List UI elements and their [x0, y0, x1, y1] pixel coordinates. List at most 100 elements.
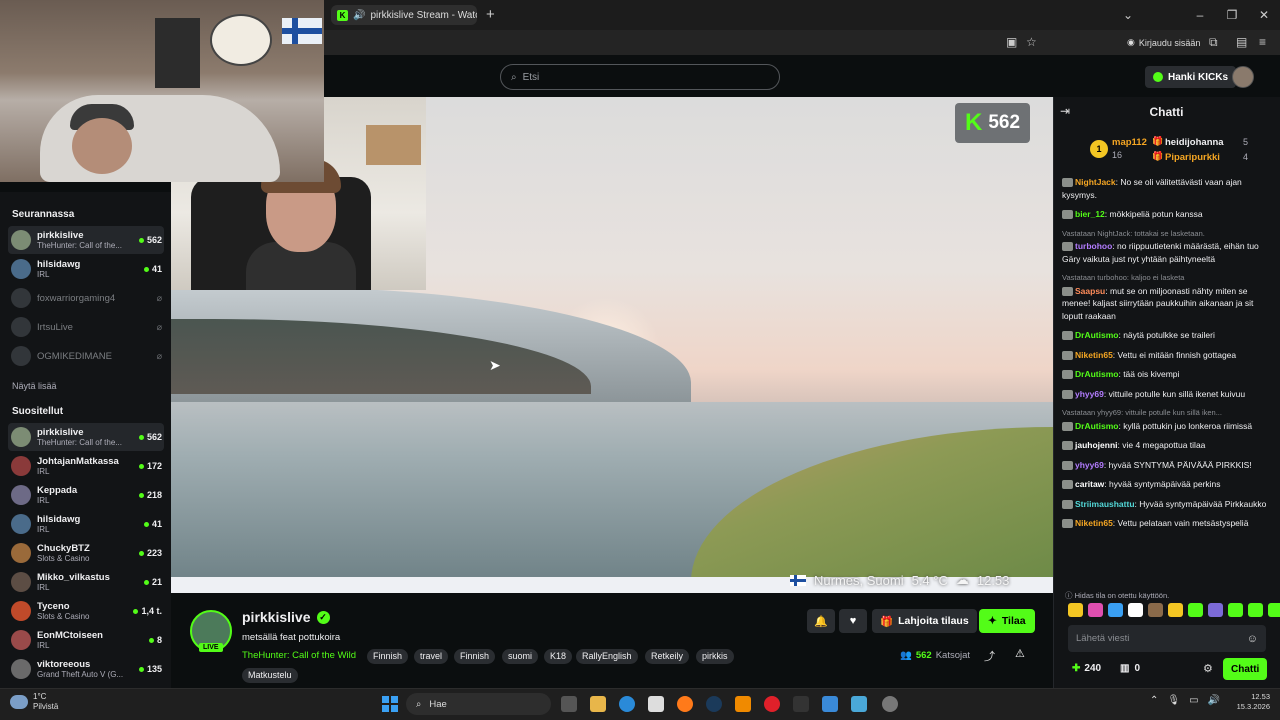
firefox-icon[interactable] [677, 696, 693, 712]
emoji-picker-icon[interactable]: ☺ [1247, 633, 1258, 645]
chat-username[interactable]: jauhojenni [1075, 440, 1118, 450]
edge-icon[interactable] [619, 696, 635, 712]
report-icon[interactable]: ⚠ [1015, 647, 1025, 660]
sidebar-item-chuckybtz[interactable]: ChuckyBTZ Slots & Casino 223 [8, 539, 164, 567]
obs-icon[interactable] [882, 696, 898, 712]
chat-username[interactable]: yhyy69 [1075, 460, 1104, 470]
emote-icon[interactable] [1188, 603, 1203, 617]
get-kicks-button[interactable]: Hanki KICKs [1145, 66, 1237, 88]
emote-icon[interactable] [1148, 603, 1163, 617]
subscribe-button[interactable]: ✦ Tilaa [979, 609, 1035, 633]
kicks-balance[interactable]: ✚ 240 [1072, 663, 1101, 674]
chat-username[interactable]: Niketin65 [1075, 350, 1113, 360]
chat-username[interactable]: caritaw [1075, 479, 1104, 489]
browser-signin-button[interactable]: ◉ Kirjaudu sisään [1127, 37, 1200, 48]
emote-icon[interactable] [1088, 603, 1103, 617]
steam-icon[interactable] [706, 696, 722, 712]
tag[interactable]: Matkustelu [242, 668, 298, 683]
follow-heart-button[interactable]: ♥ [839, 609, 867, 633]
opera-icon[interactable] [764, 696, 780, 712]
chat-username[interactable]: Saapsu [1075, 286, 1105, 296]
chat-input[interactable]: Lähetä viesti ☺ [1068, 625, 1266, 652]
tray-chevron-icon[interactable]: ⌃ [1150, 695, 1158, 706]
extensions-icon[interactable]: ⧉ [1209, 35, 1218, 50]
emote-icon[interactable] [1128, 603, 1143, 617]
store-app-icon[interactable] [648, 696, 664, 712]
sidebar-item-hilsidawg[interactable]: hilsidawg IRL 41 [8, 255, 164, 283]
tab-list-icon[interactable]: ⌄ [1112, 8, 1144, 22]
search-input[interactable]: ⌕ Etsi [500, 64, 780, 90]
menu-icon[interactable]: ≡ [1259, 35, 1266, 49]
chat-username[interactable]: yhyy69 [1075, 389, 1104, 399]
stream-category[interactable]: TheHunter: Call of the Wild [242, 650, 356, 661]
chat-username[interactable]: NightJack [1075, 177, 1116, 187]
microphone-icon[interactable]: 🎙 [1167, 695, 1180, 706]
share-icon[interactable]: ⤴ [984, 648, 995, 664]
tag[interactable]: suomi [502, 649, 539, 664]
sidebar-item-keppada[interactable]: Keppada IRL 218 [8, 481, 164, 509]
install-app-icon[interactable]: ▣ [1006, 35, 1017, 49]
maximize-icon[interactable]: ❐ [1216, 8, 1248, 22]
chat-send-button[interactable]: Chatti [1223, 658, 1268, 680]
chat-username[interactable]: Striimaushattu [1075, 499, 1135, 509]
notification-bell-button[interactable]: 🔔 [807, 609, 835, 633]
chat-username[interactable]: Niketin65 [1075, 518, 1113, 528]
terminal-icon[interactable] [793, 696, 809, 712]
tag[interactable]: Finnish [367, 649, 409, 664]
chat-username[interactable]: DrAutismo [1075, 421, 1118, 431]
sidebar-item-pirkkislive-rec[interactable]: pirkkislive TheHunter: Call of the... 562 [8, 423, 164, 451]
emote-icon[interactable] [1228, 603, 1243, 617]
app-icon[interactable] [851, 696, 867, 712]
streamer-name[interactable]: pirkkislive [242, 609, 311, 625]
user-avatar[interactable] [1232, 66, 1254, 88]
extension-red-icon[interactable]: ▤ [1236, 35, 1247, 49]
tag[interactable]: pirkkis [696, 649, 734, 664]
emote-icon[interactable] [1208, 603, 1223, 617]
vlc-icon[interactable] [735, 696, 751, 712]
leader-name[interactable]: Piparipurkki [1165, 152, 1220, 163]
sidebar-item-mikko-vilkastus[interactable]: Mikko_vilkastus IRL 21 [8, 568, 164, 596]
new-tab-icon[interactable]: + [486, 6, 495, 23]
chat-username[interactable]: bier_12 [1075, 209, 1105, 219]
tag[interactable]: Finnish [454, 649, 496, 664]
sidebar-item-hilsidawg-rec[interactable]: hilsidawg IRL 41 [8, 510, 164, 538]
weather-widget[interactable]: 1°C Pilvistä [10, 692, 58, 712]
sidebar-item-pirkkislive[interactable]: pirkkislive TheHunter: Call of the... 562 [8, 226, 164, 254]
chat-username[interactable]: turbohoo [1075, 241, 1112, 251]
emote-icon[interactable] [1248, 603, 1263, 617]
display-icon[interactable]: ▭ [1189, 695, 1198, 706]
chat-settings-icon[interactable]: ⚙ [1203, 662, 1213, 675]
emote-icon[interactable] [1268, 603, 1280, 617]
chat-username[interactable]: DrAutismo [1075, 369, 1118, 379]
volume-icon[interactable]: 🔊 [1208, 695, 1220, 706]
emote-icon[interactable] [1168, 603, 1183, 617]
sidebar-item-tyceno[interactable]: Tyceno Slots & Casino 1,4 t. [8, 597, 164, 625]
windows-start-icon[interactable] [382, 696, 398, 712]
gift-sub-button[interactable]: 🎁 Lahjoita tilaus [872, 609, 977, 633]
emote-icon[interactable] [1108, 603, 1123, 617]
chat-username[interactable]: DrAutismo [1075, 330, 1118, 340]
close-window-icon[interactable]: ✕ [1248, 8, 1280, 22]
bookmark-star-icon[interactable]: ☆ [1026, 35, 1037, 49]
leader-name[interactable]: map112 [1112, 137, 1147, 148]
show-more-link[interactable]: Näytä lisää [12, 381, 57, 391]
sidebar-item-johtajanmatkassa[interactable]: JohtajanMatkassa IRL 172 [8, 452, 164, 480]
taskbar-clock[interactable]: 12.53 15.3.2026 [1222, 692, 1270, 712]
taskbar-search[interactable]: ⌕ Hae [406, 693, 551, 715]
sidebar-item-viktoreeous[interactable]: viktoreeous Grand Theft Auto V (G... 135 [8, 655, 164, 683]
tag[interactable]: K18 [544, 649, 573, 664]
tag[interactable]: travel [414, 649, 449, 664]
tag[interactable]: Retkeily [645, 649, 690, 664]
leader-name[interactable]: heidijohanna [1165, 137, 1224, 148]
sidebar-item-eonmctoiseen[interactable]: EonMCtoiseen IRL 8 [8, 626, 164, 654]
app-icon[interactable] [822, 696, 838, 712]
browser-tab[interactable]: K 🔊 pirkkislive Stream - Watch l ✕ [331, 5, 477, 25]
task-view-icon[interactable] [561, 696, 577, 712]
sidebar-item-foxwarriorgaming4[interactable]: foxwarriorgaming4 ⌀ [8, 284, 164, 312]
emote-icon[interactable] [1068, 603, 1083, 617]
sidebar-item-irtsulive[interactable]: IrtsuLive ⌀ [8, 313, 164, 341]
speaker-icon[interactable]: 🔊 [353, 10, 365, 21]
tag[interactable]: RallyEnglish [576, 649, 638, 664]
minimize-icon[interactable]: – [1184, 8, 1216, 22]
file-explorer-icon[interactable] [590, 696, 606, 712]
